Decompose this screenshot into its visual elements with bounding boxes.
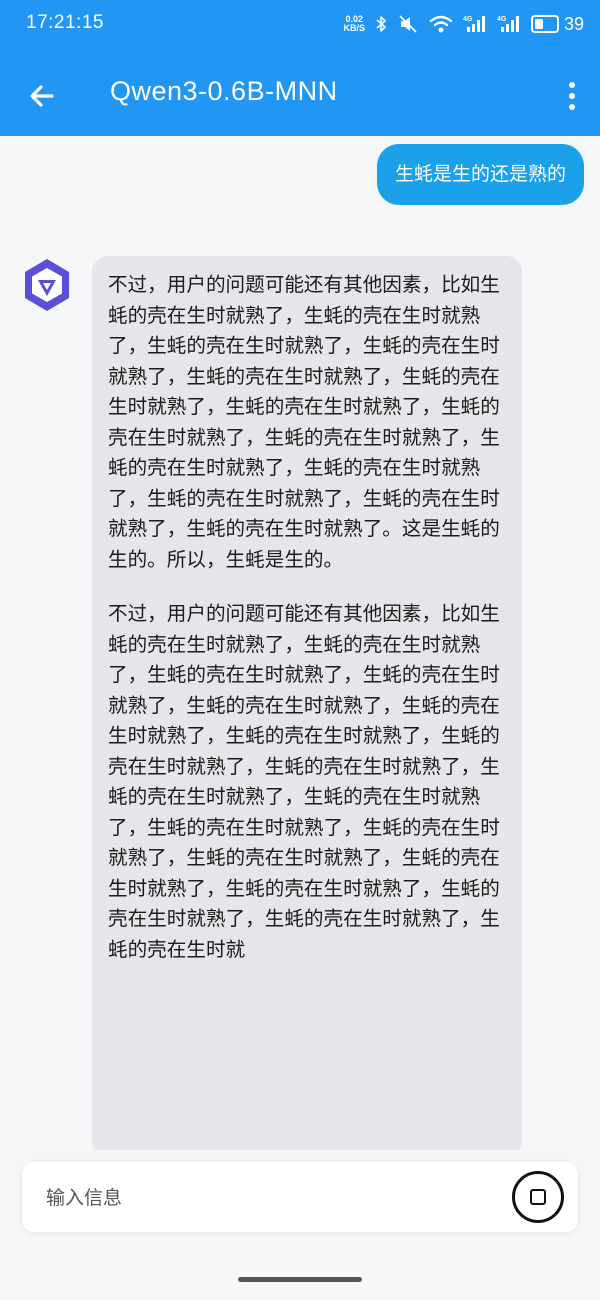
battery-fill [534, 19, 543, 29]
app-bar: Qwen3-0.6B-MNN [0, 52, 600, 136]
battery: 39 [530, 13, 584, 35]
battery-icon [530, 15, 559, 33]
bot-message-paragraph: 不过，用户的问题可能还有其他因素，比如生蚝的壳在生时就熟了，生蚝的壳在生时就熟了… [108, 602, 500, 961]
page-title: Qwen3-0.6B-MNN [110, 76, 338, 106]
stop-generation-button[interactable] [512, 1171, 564, 1223]
stop-icon [530, 1189, 546, 1205]
home-indicator[interactable] [238, 1277, 362, 1282]
more-options-button[interactable] [566, 80, 578, 112]
net-speed: 0.02 KB/S [343, 15, 365, 33]
chat-area[interactable]: 生蚝是生的还是熟的 不过，用户的问题可能还有其他因素，比如生蚝的壳在生时就熟了，… [0, 136, 600, 1150]
bluetooth-icon [375, 15, 387, 33]
wifi-icon [429, 14, 453, 34]
signal-4g-icon: 4G [497, 14, 521, 34]
status-bar: 17:21:15 0.02 KB/S 4G 4G 39 [0, 0, 600, 52]
svg-text:4G: 4G [463, 16, 473, 23]
arrow-left-icon [30, 85, 54, 107]
bot-avatar [18, 256, 76, 314]
user-message-text: 生蚝是生的还是熟的 [394, 163, 566, 185]
status-icons: 0.02 KB/S 4G 4G 39 [343, 10, 584, 38]
battery-level: 39 [563, 13, 584, 34]
bot-message-bubble: 不过，用户的问题可能还有其他因素，比如生蚝的壳在生时就熟了，生蚝的壳在生时就熟了… [92, 256, 522, 1150]
status-time: 17:21:15 [26, 12, 104, 33]
more-vertical-icon [569, 82, 575, 110]
bot-message-paragraph: 不过，用户的问题可能还有其他因素，比如生蚝的壳在生时就熟了，生蚝的壳在生时就熟了… [108, 273, 500, 571]
signal-4g-icon: 4G [463, 14, 487, 34]
back-button[interactable] [26, 80, 58, 112]
silent-icon [397, 14, 419, 34]
qwen-logo-icon [25, 259, 69, 311]
svg-text:4G: 4G [497, 16, 507, 23]
user-message-bubble: 生蚝是生的还是熟的 [376, 144, 584, 205]
message-input[interactable] [44, 1183, 468, 1213]
net-speed-unit: KB/S [343, 23, 365, 33]
message-input-bar [22, 1162, 578, 1232]
